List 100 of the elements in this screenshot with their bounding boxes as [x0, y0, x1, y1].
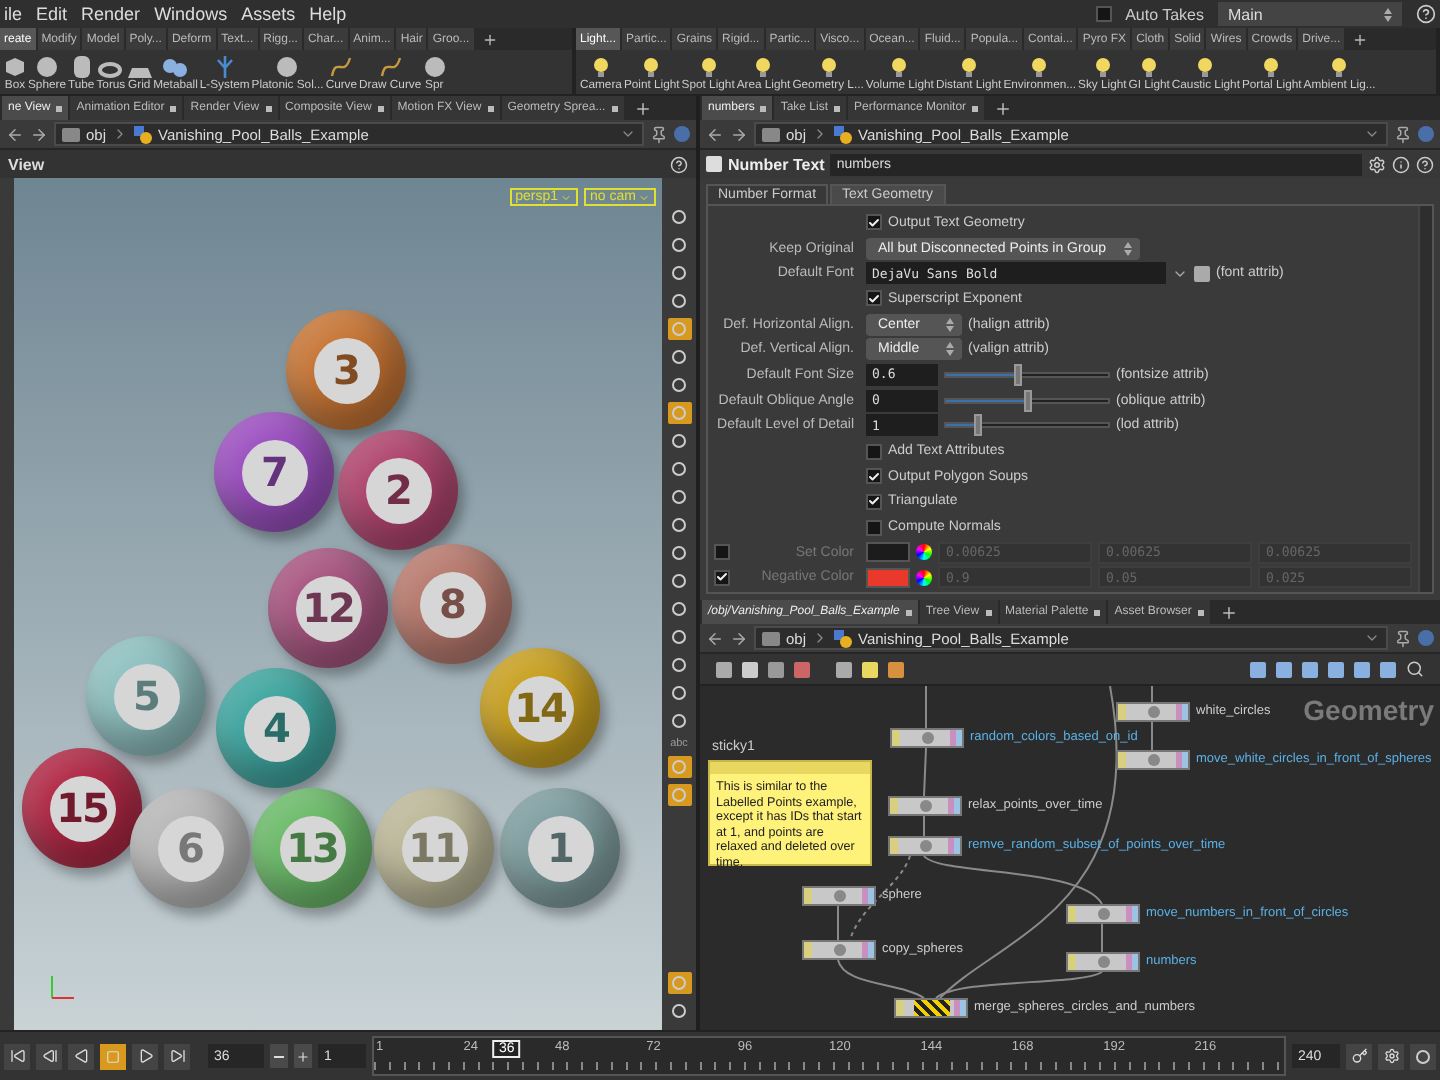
play-button[interactable]	[132, 1043, 158, 1069]
toolbar-button[interactable]	[667, 784, 691, 806]
toolbar-icon[interactable]	[836, 661, 852, 677]
back-arrow-icon[interactable]	[706, 125, 724, 143]
toolbar-button[interactable]	[667, 710, 691, 732]
network-node[interactable]	[802, 940, 876, 960]
network-node[interactable]	[1116, 750, 1190, 770]
toolbar-icon[interactable]	[888, 661, 904, 677]
network-node[interactable]	[802, 886, 876, 906]
toolbar-button[interactable]	[667, 542, 691, 564]
toolbar-button[interactable]	[667, 654, 691, 676]
network-node[interactable]	[1066, 952, 1140, 972]
network-node[interactable]	[888, 796, 962, 816]
note-icon[interactable]	[862, 661, 878, 677]
toolbar-button[interactable]	[667, 346, 691, 368]
toolbar-button[interactable]	[667, 756, 691, 778]
help-icon[interactable]	[670, 155, 688, 173]
toolbar-button[interactable]	[667, 598, 691, 620]
menu-item[interactable]: Windows	[154, 4, 228, 24]
toolbar-button[interactable]	[667, 682, 691, 704]
checkbox[interactable]	[866, 290, 882, 307]
toolbar-button[interactable]	[667, 206, 691, 228]
toolbar-button[interactable]	[667, 234, 691, 256]
close-icon[interactable]	[1094, 609, 1101, 615]
network-node[interactable]	[888, 836, 962, 856]
caret-icon[interactable]	[620, 126, 636, 142]
close-icon[interactable]	[834, 105, 841, 111]
toolbar-button[interactable]	[667, 486, 691, 508]
toolbar-button[interactable]	[667, 262, 691, 284]
info-icon[interactable]	[1392, 155, 1410, 173]
close-icon[interactable]	[760, 105, 767, 111]
toolbar-button[interactable]	[667, 972, 691, 994]
network-node[interactable]	[890, 728, 964, 748]
play-reverse-button[interactable]	[68, 1043, 94, 1069]
close-icon[interactable]	[487, 105, 494, 111]
search-icon[interactable]	[1406, 660, 1424, 678]
menu-item[interactable]: Assets	[241, 4, 296, 24]
caret-icon[interactable]	[1364, 630, 1380, 646]
stop-button[interactable]	[100, 1043, 126, 1069]
jump-end-button[interactable]	[164, 1043, 190, 1069]
color-swatch[interactable]	[866, 542, 910, 563]
close-icon[interactable]	[377, 105, 384, 111]
minus-icon[interactable]	[270, 1044, 288, 1068]
network-node[interactable]	[1066, 904, 1140, 924]
checkbox[interactable]	[866, 493, 882, 510]
menu-item[interactable]: Edit	[36, 4, 68, 24]
close-icon[interactable]	[170, 105, 177, 111]
network-canvas[interactable]	[700, 686, 1440, 1030]
checkbox[interactable]	[866, 443, 882, 460]
key-button[interactable]	[1346, 1043, 1372, 1069]
pin-icon[interactable]	[650, 125, 668, 143]
color-swatch[interactable]	[866, 567, 910, 588]
checkbox[interactable]	[1095, 6, 1112, 22]
checkbox[interactable]	[866, 468, 882, 485]
slider-thumb[interactable]	[974, 414, 983, 437]
forward-arrow-icon[interactable]	[30, 125, 48, 143]
settings-button[interactable]	[1378, 1043, 1404, 1069]
caret-icon[interactable]	[1364, 126, 1380, 142]
toolbar-button[interactable]	[667, 430, 691, 452]
plus-icon[interactable]	[294, 1044, 312, 1068]
close-icon[interactable]	[985, 609, 992, 615]
jump-start-button[interactable]	[4, 1043, 30, 1069]
close-icon[interactable]	[611, 105, 618, 111]
back-arrow-icon[interactable]	[6, 125, 24, 143]
step-back-button[interactable]	[36, 1043, 62, 1069]
checkbox[interactable]	[714, 569, 730, 586]
close-icon[interactable]	[972, 105, 979, 111]
close-icon[interactable]	[56, 105, 63, 111]
close-icon[interactable]	[905, 609, 912, 615]
toolbar-button[interactable]	[1410, 1043, 1436, 1069]
checkbox[interactable]	[714, 544, 730, 561]
menu-item[interactable]: Render	[81, 4, 141, 24]
toolbar-button[interactable]	[667, 290, 691, 312]
close-icon[interactable]	[1197, 609, 1204, 615]
help-icon[interactable]	[1416, 4, 1436, 24]
slider-thumb[interactable]	[1023, 389, 1031, 412]
back-arrow-icon[interactable]	[706, 629, 724, 647]
close-icon[interactable]	[265, 105, 272, 111]
checkbox[interactable]	[866, 519, 882, 536]
toolbar-button[interactable]	[667, 570, 691, 592]
take-dropdown[interactable]: Main	[1218, 2, 1402, 26]
toolbar-button[interactable]	[667, 402, 691, 424]
network-node[interactable]	[1116, 702, 1190, 722]
toolbar-button[interactable]	[667, 318, 691, 340]
toolbar-button[interactable]	[667, 626, 691, 648]
help-icon[interactable]	[1416, 155, 1434, 173]
pin-icon[interactable]	[1394, 629, 1412, 647]
toolbar-button[interactable]	[667, 1000, 691, 1022]
forward-arrow-icon[interactable]	[730, 125, 748, 143]
settings-icon[interactable]	[1368, 155, 1386, 173]
network-node[interactable]	[894, 998, 968, 1018]
toolbar-button[interactable]	[667, 374, 691, 396]
pin-icon[interactable]	[1394, 125, 1412, 143]
slider-thumb[interactable]	[1014, 363, 1023, 386]
toolbar-button[interactable]	[667, 458, 691, 480]
checkbox[interactable]	[866, 214, 882, 231]
toolbar-button[interactable]	[667, 514, 691, 536]
forward-arrow-icon[interactable]	[730, 629, 748, 647]
menu-item[interactable]: Help	[309, 4, 347, 24]
menu-item[interactable]: ile	[4, 4, 23, 24]
